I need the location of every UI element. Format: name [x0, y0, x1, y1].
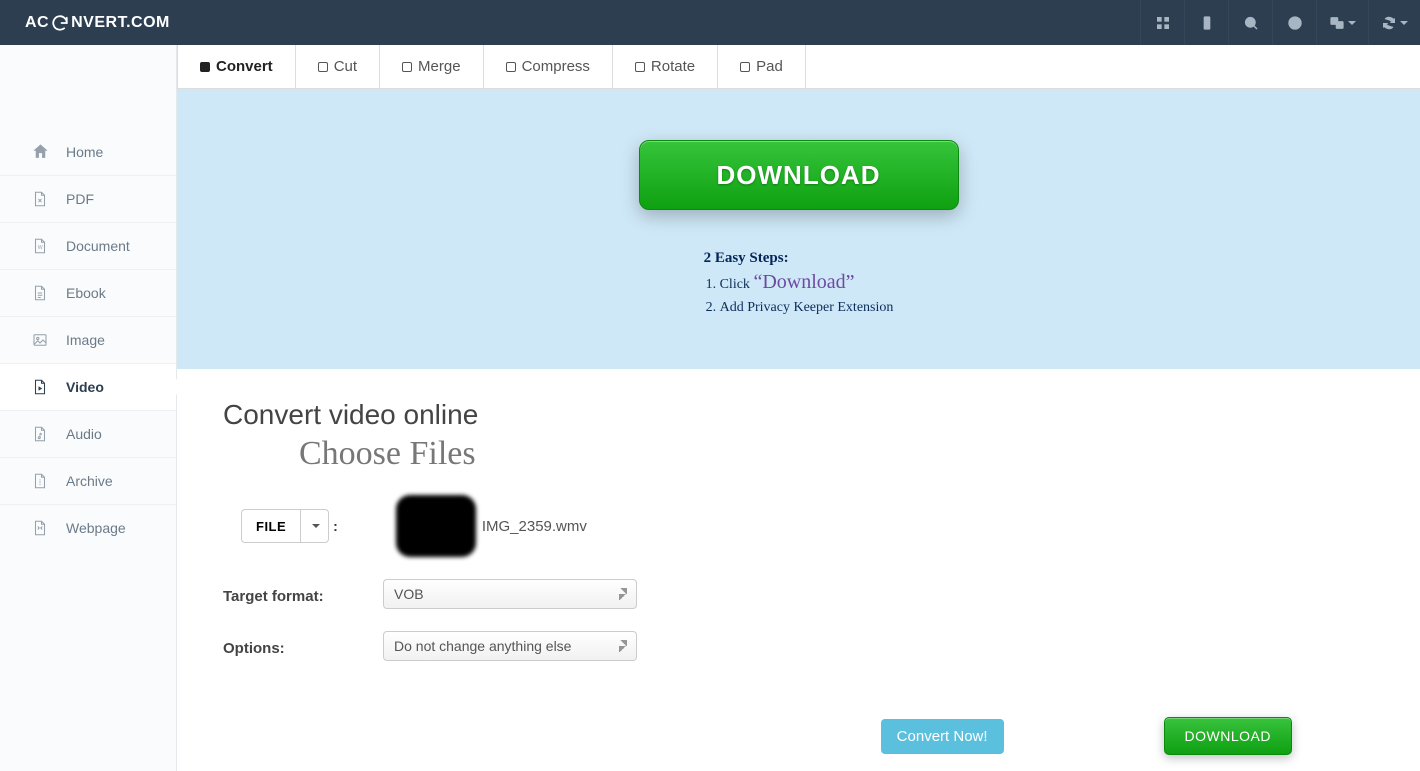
- sidebar: Home PDF W Document Ebook Image Video Au…: [0, 45, 177, 771]
- tab-bar: Convert Cut Merge Compress Rotate Pad: [177, 45, 1420, 89]
- tab-label: Cut: [334, 58, 357, 75]
- sidebar-item-label: Home: [66, 144, 103, 160]
- top-navbar: AC NVERT.COM: [0, 0, 1420, 45]
- options-row: Options: Do not change anything else: [223, 631, 1408, 661]
- sidebar-item-video[interactable]: Video: [0, 363, 176, 410]
- sidebar-item-label: Audio: [66, 426, 102, 442]
- brand-text-post: NVERT.COM: [71, 14, 170, 32]
- main-content: Convert Cut Merge Compress Rotate Pad DO…: [177, 45, 1420, 771]
- ad-banner: DOWNLOAD 2 Easy Steps: Click “Download” …: [177, 89, 1420, 369]
- redacted-thumbnail: [396, 495, 476, 557]
- file-row: FILE : IMG_2359.wmv: [223, 495, 1408, 557]
- navbar-actions: [1140, 0, 1420, 45]
- home-icon: [30, 142, 50, 162]
- sidebar-item-ebook[interactable]: Ebook: [0, 269, 176, 316]
- download-button[interactable]: DOWNLOAD: [1164, 717, 1292, 755]
- tab-label: Rotate: [651, 58, 695, 75]
- chevron-down-icon: [1348, 21, 1356, 25]
- image-icon: [30, 330, 50, 350]
- sidebar-item-label: Image: [66, 332, 105, 348]
- brand-logo[interactable]: AC NVERT.COM: [25, 14, 170, 32]
- choose-files-heading: Choose Files: [299, 435, 1408, 473]
- ebook-icon: [30, 283, 50, 303]
- brand-text-pre: AC: [25, 14, 49, 32]
- refresh-icon: [51, 14, 69, 32]
- search-icon[interactable]: [1228, 0, 1272, 45]
- tab-merge[interactable]: Merge: [380, 45, 484, 88]
- sidebar-item-label: PDF: [66, 191, 94, 207]
- sidebar-item-webpage[interactable]: Webpage: [0, 504, 176, 551]
- sidebar-item-pdf[interactable]: PDF: [0, 175, 176, 222]
- checkbox-icon: [635, 62, 645, 72]
- checkbox-icon: [402, 62, 412, 72]
- target-format-label: Target format:: [223, 584, 401, 605]
- target-format-select-wrap: VOB: [383, 579, 637, 609]
- video-icon: [30, 377, 50, 397]
- checkbox-icon: [506, 62, 516, 72]
- page-title: Convert video online: [223, 399, 1408, 431]
- audio-icon: [30, 424, 50, 444]
- file-button[interactable]: FILE: [241, 509, 301, 543]
- archive-icon: [30, 471, 50, 491]
- sidebar-item-home[interactable]: Home: [0, 128, 176, 175]
- file-button-group: FILE: [241, 509, 329, 543]
- tab-cut[interactable]: Cut: [296, 45, 380, 88]
- refresh-dropdown-icon[interactable]: [1368, 0, 1420, 45]
- sidebar-item-label: Webpage: [66, 520, 126, 536]
- tab-label: Compress: [522, 58, 590, 75]
- pdf-icon: [30, 189, 50, 209]
- options-label: Options:: [223, 636, 401, 657]
- chevron-down-icon: [1400, 21, 1408, 25]
- ad-steps-title: 2 Easy Steps:: [704, 250, 894, 267]
- ad-step-1-keyword: “Download”: [753, 271, 854, 293]
- webpage-icon: [30, 518, 50, 538]
- tab-label: Pad: [756, 58, 783, 75]
- tab-label: Merge: [418, 58, 461, 75]
- action-buttons: Convert Now! DOWNLOAD: [223, 717, 1408, 755]
- svg-text:W: W: [38, 245, 43, 251]
- sidebar-item-label: Video: [66, 379, 104, 395]
- checkbox-icon: [318, 62, 328, 72]
- options-select[interactable]: Do not change anything else: [383, 631, 637, 661]
- tab-pad[interactable]: Pad: [718, 45, 806, 88]
- checkbox-icon: [200, 62, 210, 72]
- convert-now-button[interactable]: Convert Now!: [881, 719, 1004, 754]
- file-colon: :: [333, 518, 338, 534]
- sidebar-item-document[interactable]: W Document: [0, 222, 176, 269]
- target-format-select[interactable]: VOB: [383, 579, 637, 609]
- mobile-icon[interactable]: [1184, 0, 1228, 45]
- download-ad-button[interactable]: DOWNLOAD: [639, 140, 959, 210]
- sidebar-item-label: Ebook: [66, 285, 106, 301]
- document-icon: W: [30, 236, 50, 256]
- target-format-row: Target format: VOB: [223, 579, 1408, 609]
- chosen-file-name: IMG_2359.wmv: [482, 518, 587, 535]
- sidebar-item-label: Archive: [66, 473, 113, 489]
- ad-steps: 2 Easy Steps: Click “Download” Add Priva…: [704, 250, 894, 318]
- ad-step-1: Click “Download”: [706, 267, 894, 297]
- tab-compress[interactable]: Compress: [484, 45, 613, 88]
- tab-label: Convert: [216, 58, 273, 75]
- options-select-wrap: Do not change anything else: [383, 631, 637, 661]
- help-icon[interactable]: [1272, 0, 1316, 45]
- language-icon[interactable]: [1316, 0, 1368, 45]
- tab-convert[interactable]: Convert: [177, 45, 296, 88]
- ad-step-2: Add Privacy Keeper Extension: [706, 297, 894, 318]
- tab-rotate[interactable]: Rotate: [613, 45, 718, 88]
- sidebar-item-audio[interactable]: Audio: [0, 410, 176, 457]
- chosen-file-block: IMG_2359.wmv: [396, 495, 587, 557]
- ad-step-1-prefix: Click: [720, 277, 754, 292]
- sidebar-item-label: Document: [66, 238, 130, 254]
- file-dropdown-button[interactable]: [301, 509, 329, 543]
- grid-icon[interactable]: [1140, 0, 1184, 45]
- chevron-down-icon: [312, 524, 320, 528]
- checkbox-icon: [740, 62, 750, 72]
- sidebar-item-image[interactable]: Image: [0, 316, 176, 363]
- sidebar-item-archive[interactable]: Archive: [0, 457, 176, 504]
